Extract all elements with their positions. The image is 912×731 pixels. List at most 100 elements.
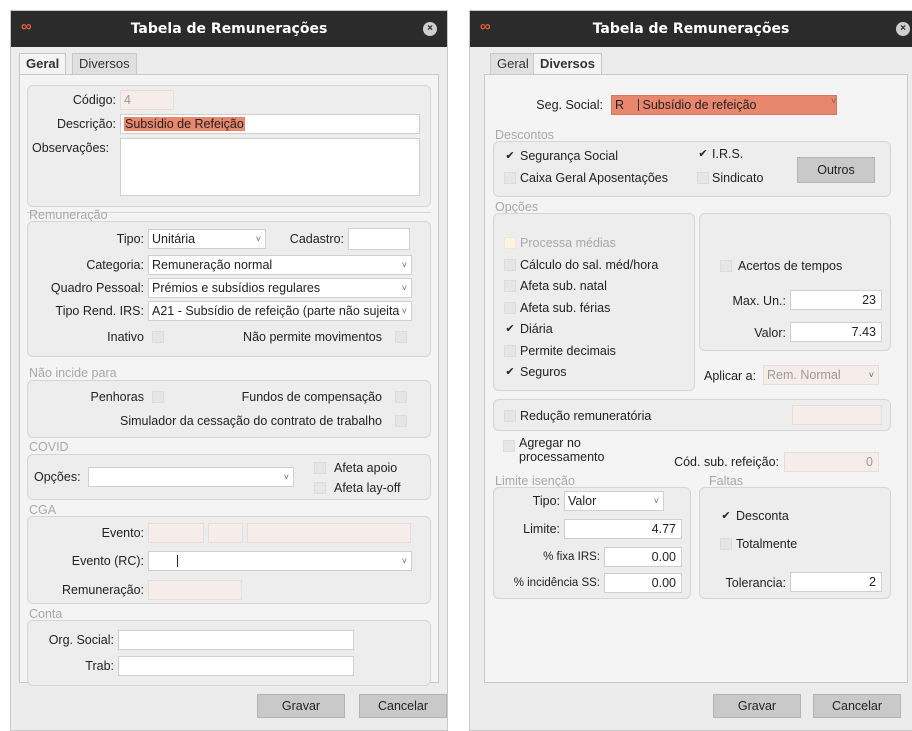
tab-diversos[interactable]: Diversos xyxy=(72,53,137,75)
close-icon[interactable]: × xyxy=(423,22,437,36)
irs-label: I.R.S. xyxy=(712,147,744,161)
chevron-down-icon: ˅ xyxy=(831,96,837,106)
tab-geral[interactable]: Geral xyxy=(490,53,536,75)
diaria-checkbox[interactable]: ✔ xyxy=(504,323,516,335)
agregar-label: Agregar no processamento xyxy=(519,436,605,464)
tab-diversos[interactable]: Diversos xyxy=(533,53,602,76)
nao-incide-title: Não incide para xyxy=(29,366,117,380)
reducao-label: Redução remuneratória xyxy=(520,409,652,423)
penhoras-label: Penhoras xyxy=(90,390,144,404)
cga-evento-field-2[interactable] xyxy=(208,523,243,543)
reducao-checkbox[interactable] xyxy=(504,410,516,422)
afeta-sub-natal-checkbox[interactable] xyxy=(504,280,516,292)
max-un-field[interactable]: 23 xyxy=(790,290,882,310)
tipo-rend-irs-label: Tipo Rend. IRS: xyxy=(55,304,144,318)
afeta-layoff-checkbox[interactable] xyxy=(314,482,326,494)
cga-checkbox[interactable] xyxy=(504,172,516,184)
org-social-field[interactable] xyxy=(118,630,354,650)
acertos-checkbox[interactable] xyxy=(720,260,732,272)
window-title: Tabela de Remunerações xyxy=(130,21,328,37)
agregar-checkbox[interactable] xyxy=(503,440,515,452)
inativo-label: Inativo xyxy=(107,330,144,344)
seguros-checkbox[interactable]: ✔ xyxy=(504,366,516,378)
desconta-checkbox[interactable]: ✔ xyxy=(720,510,732,522)
covid-opcoes-select[interactable]: ˅ xyxy=(88,467,294,487)
save-button[interactable]: Gravar xyxy=(713,694,801,718)
irs-checkbox[interactable]: ✔ xyxy=(697,148,709,160)
afeta-apoio-checkbox[interactable] xyxy=(314,462,326,474)
penhoras-checkbox[interactable] xyxy=(152,391,164,403)
sindicato-label: Sindicato xyxy=(712,171,764,185)
tab-panel-geral: Código: 4 Descrição: Subsídio de Refeiçã… xyxy=(19,74,439,686)
fundos-checkbox[interactable] xyxy=(395,391,407,403)
totalmente-label: Totalmente xyxy=(736,537,798,551)
incidencia-ss-field[interactable]: 0.00 xyxy=(604,573,682,593)
tab-geral[interactable]: Geral xyxy=(19,53,67,76)
quadro-pessoal-select[interactable]: Prémios e subsídios regulares ˅ xyxy=(148,278,412,298)
reducao-field[interactable] xyxy=(792,405,882,425)
afeta-sub-ferias-checkbox[interactable] xyxy=(504,302,516,314)
cancel-button[interactable]: Cancelar xyxy=(813,694,901,718)
observacoes-field[interactable] xyxy=(120,138,420,196)
cadastro-field[interactable] xyxy=(348,228,410,250)
permite-decimais-checkbox[interactable] xyxy=(504,345,516,357)
save-button[interactable]: Gravar xyxy=(257,694,345,718)
totalmente-checkbox[interactable] xyxy=(720,538,732,550)
trab-label: Trab: xyxy=(85,659,114,673)
tipo-select[interactable]: Unitária ˅ xyxy=(148,229,266,249)
dialog-diversos: ∞ Tabela de Remunerações × Geral Diverso… xyxy=(469,10,912,731)
processa-medias-checkbox[interactable] xyxy=(504,237,516,249)
cga-evento-field-1[interactable] xyxy=(148,523,204,543)
nao-permite-checkbox[interactable] xyxy=(395,331,407,343)
title-bar: ∞ Tabela de Remunerações × xyxy=(11,11,447,47)
cga-evento-rc-select[interactable]: ˅ xyxy=(148,551,412,571)
observacoes-label: Observações: xyxy=(32,141,110,155)
cga-remuneracao-field[interactable] xyxy=(148,580,242,600)
window-title: Tabela de Remunerações xyxy=(592,21,790,37)
cga-evento-field-3[interactable] xyxy=(247,523,411,543)
chevron-down-icon: ˅ xyxy=(868,370,874,380)
limite-tipo-select[interactable]: Valor ˅ xyxy=(564,491,664,511)
seguranca-social-checkbox[interactable]: ✔ xyxy=(504,150,516,162)
fundos-label: Fundos de compensação xyxy=(241,390,382,404)
simulador-label: Simulador da cessação do contrato de tra… xyxy=(120,414,382,428)
aplicar-select[interactable]: Rem. Normal ˅ xyxy=(763,365,879,385)
simulador-checkbox[interactable] xyxy=(395,415,407,427)
categoria-select[interactable]: Remuneração normal ˅ xyxy=(148,255,412,275)
seguros-label: Seguros xyxy=(520,365,567,379)
acertos-label: Acertos de tempos xyxy=(738,259,843,273)
descricao-field[interactable]: Subsídio de Refeição xyxy=(120,114,420,134)
tipo-rend-irs-select[interactable]: A21 - Subsídio de refeição (parte não su… xyxy=(148,301,412,321)
calculo-sal-checkbox[interactable] xyxy=(504,259,516,271)
opcoes-group: Processa médias Cálculo do sal. méd/hora… xyxy=(493,213,695,391)
codigo-label: Código: xyxy=(72,93,116,107)
afeta-sub-ferias-label: Afeta sub. férias xyxy=(520,301,611,315)
aplicar-label: Aplicar a: xyxy=(704,369,757,383)
inativo-checkbox[interactable] xyxy=(152,331,164,343)
text-cursor xyxy=(177,555,178,567)
valor-field[interactable]: 7.43 xyxy=(790,322,882,342)
close-icon[interactable]: × xyxy=(896,22,910,36)
nao-incide-group: Penhoras Fundos de compensação Simulador… xyxy=(27,380,431,438)
calculo-sal-label: Cálculo do sal. méd/hora xyxy=(520,258,659,272)
opcoes-right-group: Acertos de tempos Max. Un.: 23 Valor: 7.… xyxy=(699,213,891,351)
cancel-button[interactable]: Cancelar xyxy=(359,694,447,718)
codigo-field[interactable]: 4 xyxy=(120,90,174,110)
chevron-down-icon: ˅ xyxy=(401,283,407,293)
incidencia-ss-label: % incidência SS: xyxy=(513,577,600,589)
processa-medias-label: Processa médias xyxy=(520,236,616,250)
tipo-label: Tipo: xyxy=(116,232,144,246)
covid-title: COVID xyxy=(29,440,69,454)
tolerancia-field[interactable]: 2 xyxy=(790,572,882,592)
fixa-irs-field[interactable]: 0.00 xyxy=(604,547,682,567)
afeta-sub-natal-label: Afeta sub. natal xyxy=(520,279,607,293)
quadro-pessoal-label: Quadro Pessoal: xyxy=(50,281,144,295)
sindicato-checkbox[interactable] xyxy=(697,172,709,184)
trab-field[interactable] xyxy=(118,656,354,676)
org-social-label: Org. Social: xyxy=(48,633,114,647)
outros-button[interactable]: Outros xyxy=(797,157,875,183)
cod-sub-field[interactable]: 0 xyxy=(784,452,879,472)
seg-social-select[interactable]: R Subsídio de refeição xyxy=(611,95,837,115)
limite-field[interactable]: 4.77 xyxy=(564,519,682,539)
cga-evento-rc-label: Evento (RC): xyxy=(71,554,144,568)
